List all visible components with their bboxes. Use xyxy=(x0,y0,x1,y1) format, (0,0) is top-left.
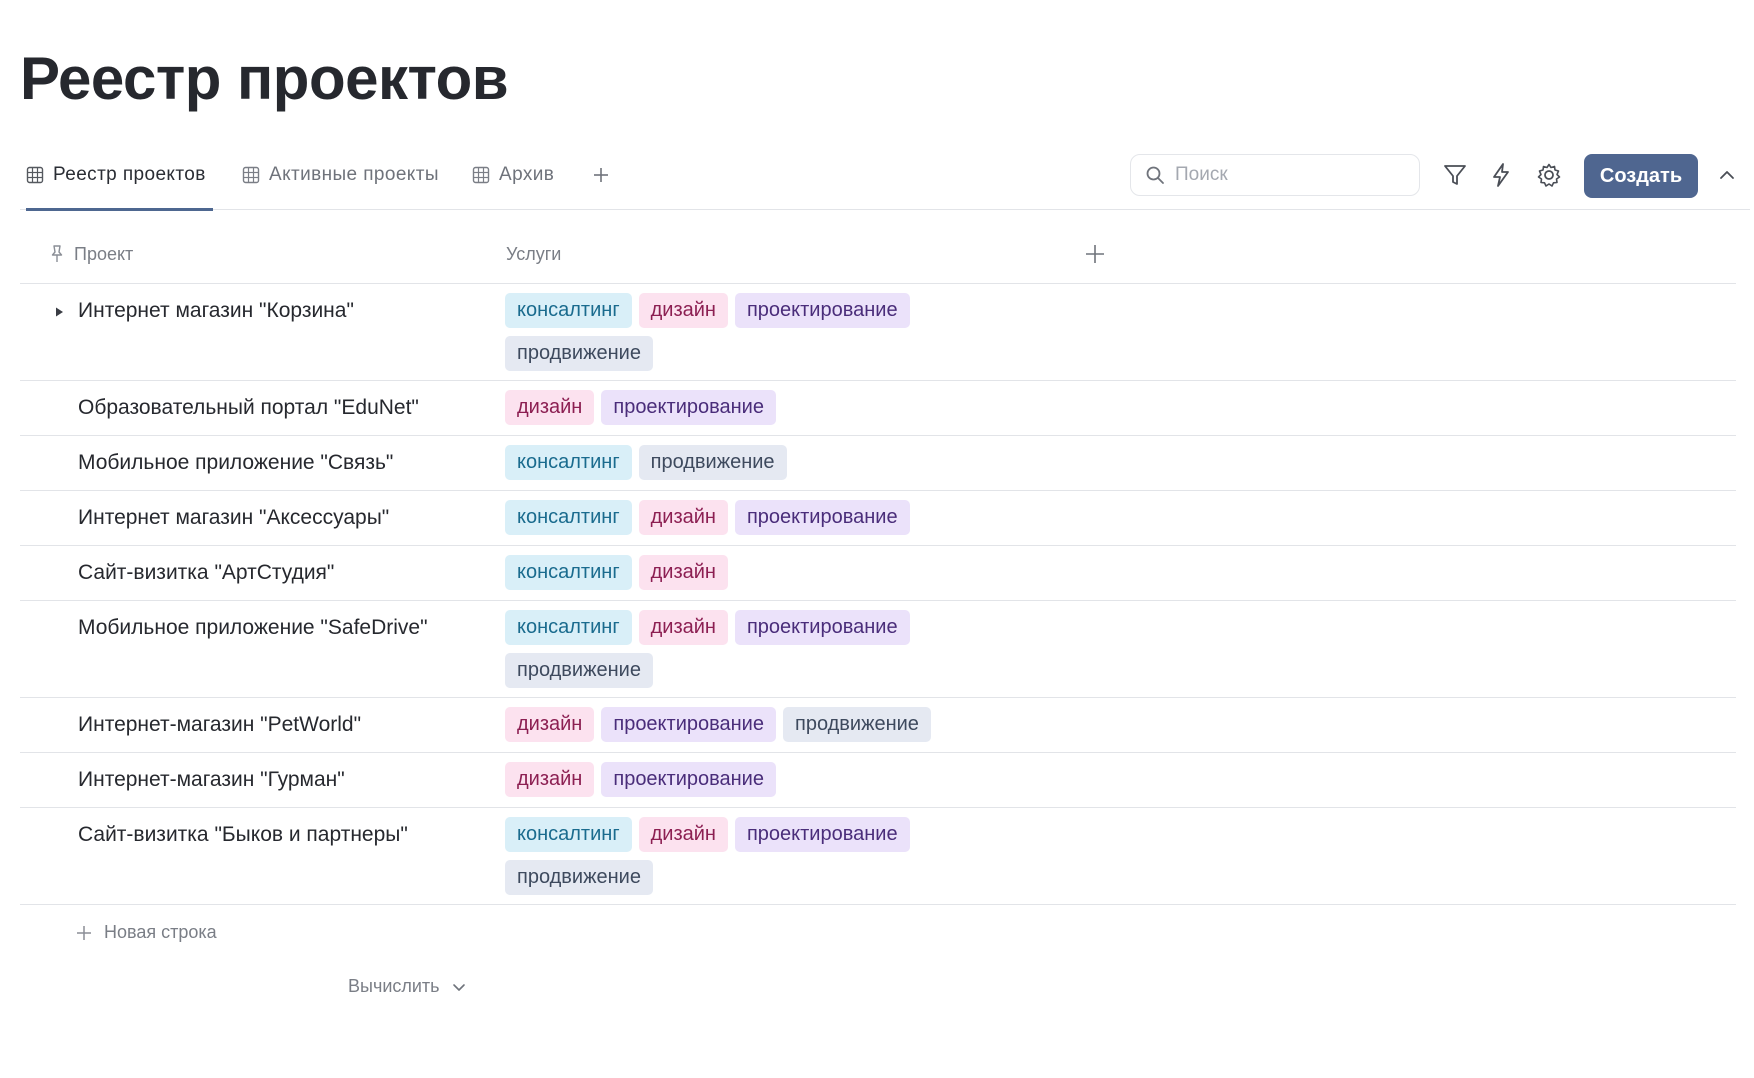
service-tag[interactable]: проектирование xyxy=(601,707,776,742)
table-header: Проект Услуги xyxy=(20,224,1736,284)
tab-label: Активные проекты xyxy=(269,164,439,185)
add-column-button[interactable] xyxy=(1080,239,1110,269)
service-tags: дизайн проектирование xyxy=(505,762,965,797)
plus-icon xyxy=(1086,245,1104,263)
filter-icon xyxy=(1444,165,1466,185)
create-button[interactable]: Создать xyxy=(1584,154,1698,198)
table-row: Интернет магазин "Аксессуары" консалтинг д… xyxy=(20,491,1736,546)
service-tags: дизайн проектирование продвижение xyxy=(505,707,965,742)
service-tag[interactable]: консалтинг xyxy=(505,500,632,535)
service-tag[interactable]: консалтинг xyxy=(505,445,632,480)
service-tag[interactable]: консалтинг xyxy=(505,293,632,328)
project-name[interactable]: Интернет магазин "Аксессуары" xyxy=(78,506,389,530)
service-tag[interactable]: дизайн xyxy=(638,500,728,535)
table-row: Образовательный портал "EduNet" дизайн про… xyxy=(20,381,1736,436)
project-name[interactable]: Интернет-магазин "Гурман" xyxy=(78,768,345,792)
chevron-up-icon xyxy=(1720,171,1734,179)
service-tag[interactable]: дизайн xyxy=(638,610,728,645)
service-tag[interactable]: консалтинг xyxy=(505,817,632,852)
service-tag[interactable]: продвижение xyxy=(505,653,653,688)
service-tags: дизайн проектирование xyxy=(505,390,965,425)
table-row: Интернет-магазин "PetWorld" дизайн проекти… xyxy=(20,698,1736,753)
service-tag[interactable]: дизайн xyxy=(505,762,595,797)
project-name[interactable]: Сайт-визитка "АртСтудия" xyxy=(78,561,334,585)
service-tag[interactable]: дизайн xyxy=(638,817,728,852)
column-header-label: Услуги xyxy=(506,243,562,264)
service-tags: консалтинг дизайн проектирование продвижени… xyxy=(505,610,965,688)
service-tag[interactable]: консалтинг xyxy=(505,555,632,590)
service-tag[interactable]: продвижение xyxy=(638,445,787,480)
project-name[interactable]: Образовательный портал "EduNet" xyxy=(78,396,419,420)
service-tags: консалтинг дизайн проектирование продвижени… xyxy=(505,293,965,371)
new-row-label: Новая строка xyxy=(104,922,217,942)
table-row: Мобильное приложение "Связь" консалтинг пр… xyxy=(20,436,1736,491)
table-row: Сайт-визитка "АртСтудия" консалтинг дизайн xyxy=(20,546,1736,601)
collapse-button[interactable] xyxy=(1714,162,1740,188)
triangle-right-icon xyxy=(56,307,63,317)
service-tag[interactable]: проектирование xyxy=(734,817,910,852)
table-row: Сайт-визитка "Быков и партнеры" консалтин… xyxy=(20,808,1736,905)
search-box xyxy=(1130,154,1420,196)
service-tag[interactable]: проектирование xyxy=(734,500,910,535)
service-tag[interactable]: консалтинг xyxy=(505,610,632,645)
service-tags: консалтинг дизайн xyxy=(505,555,965,590)
filter-button[interactable] xyxy=(1440,160,1470,190)
service-tag[interactable]: продвижение xyxy=(782,707,931,742)
service-tag[interactable]: проектирование xyxy=(734,610,910,645)
tab-active-projects[interactable]: Активные проекты xyxy=(242,140,439,210)
tab-label: Архив xyxy=(499,164,555,185)
search-input[interactable] xyxy=(1175,164,1395,186)
table-row: Интернет магазин "Корзина" консалтинг диза… xyxy=(20,284,1736,381)
table-grid-icon xyxy=(26,166,44,184)
service-tag[interactable]: продвижение xyxy=(505,336,653,371)
service-tags: консалтинг дизайн проектирование продвижени… xyxy=(505,817,965,895)
projects-table: Проект Услуги Интернет магазин "Корзина"… xyxy=(20,224,1736,905)
new-row-button[interactable]: Новая строка xyxy=(76,922,217,943)
table-grid-icon xyxy=(472,166,490,184)
project-name[interactable]: Мобильное приложение "SafeDrive" xyxy=(78,616,428,640)
gear-icon xyxy=(1537,163,1561,187)
project-name[interactable]: Мобильное приложение "Связь" xyxy=(78,451,393,475)
expand-row-button[interactable] xyxy=(50,303,68,321)
column-header-services[interactable]: Услуги xyxy=(506,224,561,284)
page-title: Реестр проектов xyxy=(20,45,509,112)
add-view-button[interactable] xyxy=(586,160,616,190)
automation-button[interactable] xyxy=(1486,160,1516,190)
tab-archive[interactable]: Архив xyxy=(472,140,554,210)
service-tag[interactable]: дизайн xyxy=(638,555,728,590)
table-grid-icon xyxy=(242,166,260,184)
column-header-label: Проект xyxy=(74,243,134,264)
search-icon xyxy=(1146,166,1164,184)
service-tags: консалтинг продвижение xyxy=(505,445,965,480)
pin-icon xyxy=(51,245,63,262)
project-name[interactable]: Интернет-магазин "PetWorld" xyxy=(78,713,361,737)
calculate-dropdown[interactable]: Вычислить xyxy=(348,976,466,997)
service-tag[interactable]: дизайн xyxy=(505,707,595,742)
calculate-label: Вычислить xyxy=(348,976,440,996)
service-tag[interactable]: продвижение xyxy=(505,860,653,895)
table-row: Мобильное приложение "SafeDrive" консалти… xyxy=(20,601,1736,698)
chevron-down-icon xyxy=(452,983,465,991)
service-tag[interactable]: проектирование xyxy=(601,390,776,425)
plus-icon xyxy=(77,925,91,940)
table-row: Интернет-магазин "Гурман" дизайн проектиро… xyxy=(20,753,1736,808)
project-name[interactable]: Сайт-визитка "Быков и партнеры" xyxy=(78,823,408,847)
plus-icon xyxy=(594,168,608,182)
lightning-icon xyxy=(1493,163,1509,187)
settings-button[interactable] xyxy=(1534,160,1564,190)
table-body: Интернет магазин "Корзина" консалтинг диза… xyxy=(20,284,1736,905)
tab-label: Реестр проектов xyxy=(53,164,206,185)
service-tag[interactable]: дизайн xyxy=(638,293,728,328)
tab-project-registry[interactable]: Реестр проектов xyxy=(26,140,213,211)
project-name[interactable]: Интернет магазин "Корзина" xyxy=(78,299,354,323)
service-tag[interactable]: проектирование xyxy=(734,293,910,328)
service-tag[interactable]: дизайн xyxy=(505,390,595,425)
service-tags: консалтинг дизайн проектирование xyxy=(505,500,965,535)
column-header-project[interactable]: Проект xyxy=(50,224,133,284)
service-tag[interactable]: проектирование xyxy=(601,762,776,797)
tabs-bar: Реестр проектов Активные проекты Архив П… xyxy=(20,140,1750,211)
